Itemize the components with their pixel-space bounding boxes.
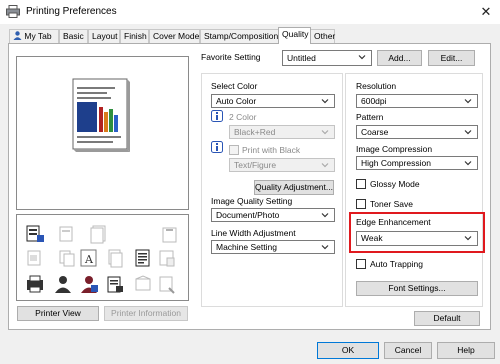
- edit-favorite-button[interactable]: Edit...: [428, 50, 475, 66]
- pattern-label: Pattern: [356, 112, 384, 122]
- account-track-icon: [81, 276, 98, 293]
- chevron-down-icon: [464, 99, 472, 104]
- chevron-down-icon: [321, 99, 329, 104]
- default-button[interactable]: Default: [414, 311, 480, 326]
- user-auth-icon: [55, 276, 71, 293]
- image-quality-label: Image Quality Setting: [211, 196, 293, 206]
- chevron-down-icon: [321, 245, 329, 250]
- resolution-value: 600dpi: [361, 96, 387, 106]
- multi-page-icon: [90, 225, 106, 244]
- svg-text:A: A: [84, 253, 94, 266]
- print-preview: [16, 56, 189, 210]
- image-compression-dropdown[interactable]: High Compression: [356, 156, 478, 170]
- copy-icon: [59, 250, 75, 267]
- image-compression-label: Image Compression: [356, 144, 433, 154]
- booklet-icon: [27, 250, 41, 266]
- chevron-down-icon: [321, 163, 329, 168]
- chevron-down-icon: [321, 130, 329, 135]
- line-width-dropdown[interactable]: Machine Setting: [211, 240, 335, 254]
- image-quality-value: Document/Photo: [216, 210, 280, 220]
- edge-enhancement-dropdown[interactable]: Weak: [356, 231, 478, 246]
- output-settings-group: [345, 73, 483, 307]
- two-color-dropdown[interactable]: Black+Red: [229, 125, 335, 139]
- select-color-dropdown[interactable]: Auto Color: [211, 94, 335, 108]
- chevron-down-icon: [321, 213, 329, 218]
- output-tray-icon: [159, 250, 175, 267]
- box-icon: [135, 275, 151, 291]
- glossy-mode-checkbox[interactable]: [356, 179, 366, 189]
- select-color-value: Auto Color: [216, 96, 257, 106]
- auto-trapping-checkbox[interactable]: [356, 259, 366, 269]
- page-stack-icon: [108, 249, 123, 268]
- printer-device-icon: [27, 275, 43, 293]
- favorite-setting-value: Untitled: [287, 53, 316, 63]
- chevron-down-icon: [464, 130, 472, 135]
- info-icon: [211, 141, 223, 153]
- image-compression-value: High Compression: [361, 158, 431, 168]
- two-color-value: Black+Red: [234, 127, 276, 137]
- print-with-black-checkbox[interactable]: [229, 145, 239, 155]
- printer-view-button[interactable]: Printer View: [17, 306, 99, 321]
- line-width-label: Line Width Adjustment: [211, 228, 296, 238]
- chevron-down-icon: [464, 161, 472, 166]
- chevron-down-icon: [358, 55, 366, 60]
- edge-enhancement-label: Edge Enhancement: [356, 217, 431, 227]
- image-quality-dropdown[interactable]: Document/Photo: [211, 208, 335, 222]
- pattern-dropdown[interactable]: Coarse: [356, 125, 478, 139]
- glossy-mode-label: Glossy Mode: [370, 179, 420, 189]
- favorite-setting-label: Favorite Setting: [201, 52, 261, 62]
- original-document-icon: [26, 225, 44, 242]
- secure-print-icon: [107, 276, 123, 293]
- toner-save-checkbox[interactable]: [356, 199, 366, 209]
- resolution-label: Resolution: [356, 81, 397, 91]
- edge-enhancement-value: Weak: [361, 233, 383, 243]
- select-color-label: Select Color: [211, 81, 258, 91]
- layout-icon: [59, 226, 73, 242]
- pattern-value: Coarse: [361, 127, 389, 137]
- toner-save-label: Toner Save: [370, 199, 413, 209]
- favorite-setting-select[interactable]: Untitled: [282, 50, 372, 66]
- text-page-icon: [135, 249, 150, 267]
- quality-adjustment-button[interactable]: Quality Adjustment...: [254, 180, 334, 195]
- two-color-label: 2 Color: [229, 112, 257, 122]
- print-with-black-label: Print with Black: [242, 145, 301, 155]
- print-with-black-dropdown[interactable]: Text/Figure: [229, 158, 335, 172]
- staple-icon: [162, 227, 177, 243]
- printer-information-button[interactable]: Printer Information: [104, 306, 188, 321]
- print-with-black-value: Text/Figure: [234, 160, 277, 170]
- line-width-value: Machine Setting: [216, 242, 277, 252]
- document-preview-image: [72, 78, 130, 152]
- resolution-dropdown[interactable]: 600dpi: [356, 94, 478, 108]
- info-icon: [211, 110, 223, 122]
- staple-corner-icon: [159, 276, 175, 294]
- auto-trapping-label: Auto Trapping: [370, 259, 423, 269]
- font-settings-button[interactable]: Font Settings...: [356, 281, 478, 296]
- feature-icons-panel: A: [16, 214, 189, 301]
- text-a-icon: A: [80, 249, 97, 267]
- chevron-down-icon: [464, 236, 472, 241]
- add-favorite-button[interactable]: Add...: [377, 50, 422, 66]
